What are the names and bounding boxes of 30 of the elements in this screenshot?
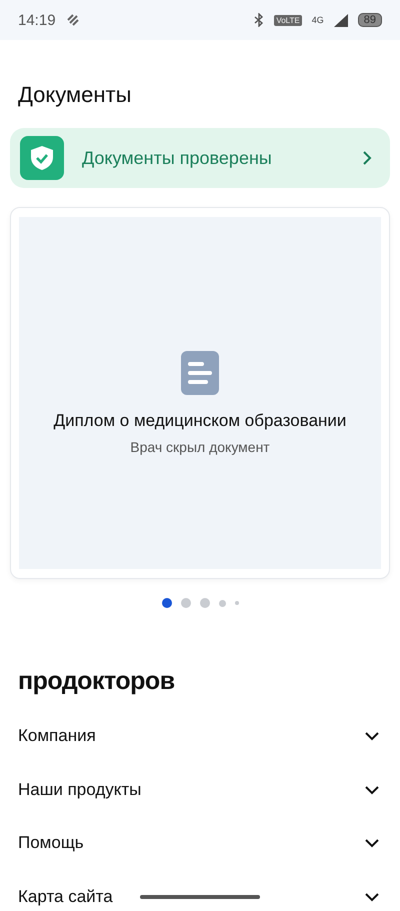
shield-check-icon [20, 136, 64, 180]
document-card[interactable]: Диплом о медицинском образовании Врач скрыл документ [10, 207, 390, 579]
chevron-down-icon[interactable] [364, 838, 380, 848]
chevron-down-icon[interactable] [364, 892, 380, 902]
footer-section[interactable]: Карта сайта [18, 886, 113, 906]
network-type: 4G [312, 15, 324, 25]
document-status: Врач скрыл документ [130, 439, 270, 455]
footer-section[interactable]: Помощь [18, 833, 84, 853]
verified-label: Документы проверены [82, 148, 273, 168]
chevron-right-icon [362, 150, 372, 166]
battery-indicator: 89 [358, 13, 382, 27]
page-title: Документы [17, 81, 132, 109]
volte-indicator: VoLTE [274, 14, 302, 26]
page-dot[interactable] [218, 600, 226, 606]
clock: 14:19 [18, 12, 56, 28]
page-dot[interactable] [200, 598, 210, 608]
page-dot[interactable] [162, 598, 172, 608]
signal-icon [334, 14, 348, 26]
chevron-down-icon[interactable] [364, 731, 380, 741]
footer-section[interactable]: Компания [18, 726, 96, 746]
page-dot[interactable] [234, 601, 238, 605]
notification-icon [66, 14, 80, 26]
footer-section[interactable]: Наши продукты [18, 780, 142, 800]
logo: продокторов [17, 667, 176, 697]
page-dot[interactable] [180, 598, 190, 608]
document-icon [181, 351, 219, 395]
chevron-down-icon[interactable] [364, 784, 380, 794]
verified-banner[interactable]: Документы проверены [10, 128, 390, 188]
bluetooth-icon [254, 13, 264, 27]
document-title: Диплом о медицинском образовании [54, 411, 346, 431]
